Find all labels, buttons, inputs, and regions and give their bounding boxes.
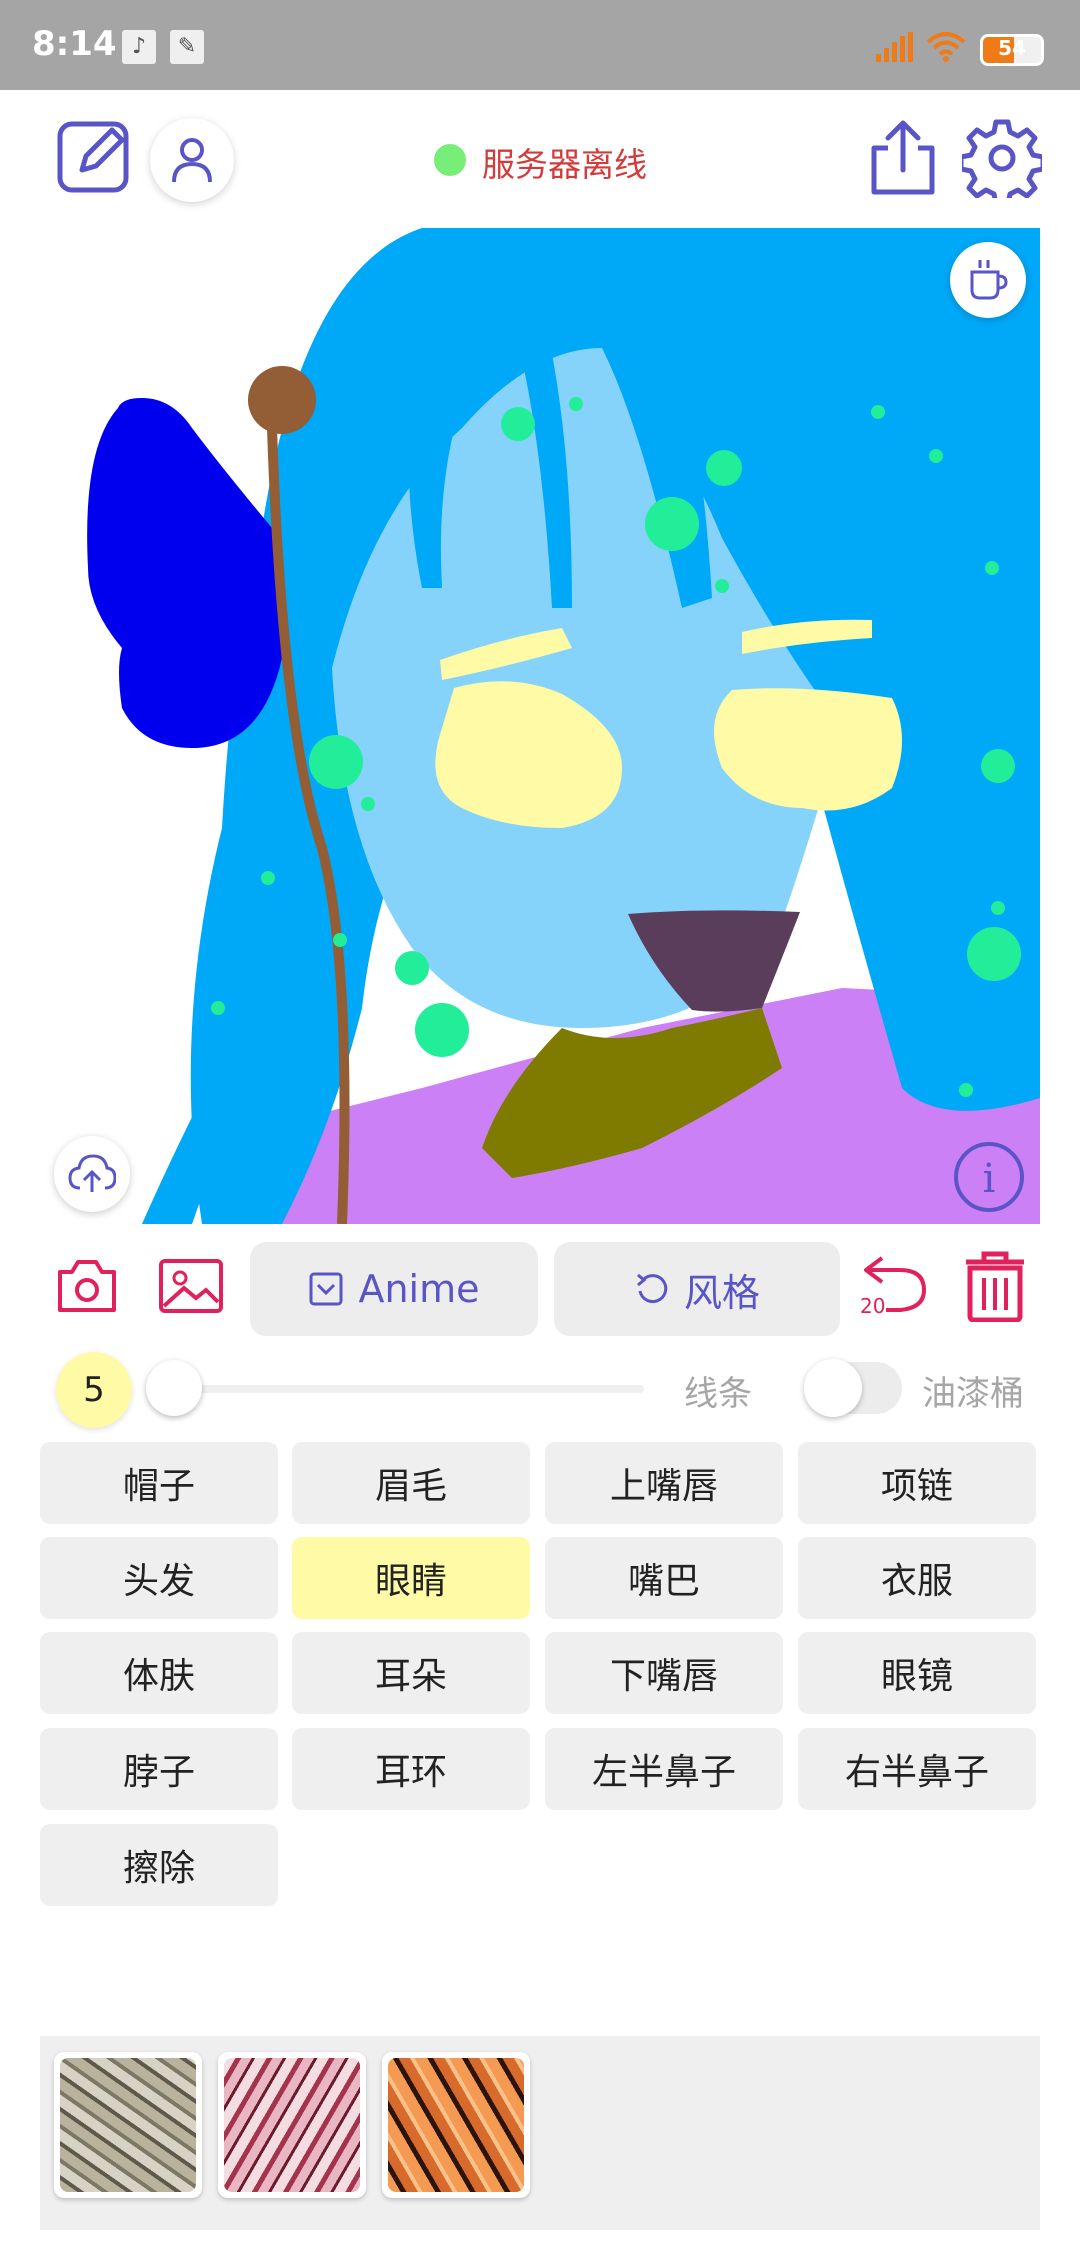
server-status-text: 服务器离线	[482, 145, 647, 184]
category-eyes[interactable]: 眼睛	[292, 1537, 530, 1619]
anime-label: Anime	[358, 1267, 480, 1311]
category-necklace[interactable]: 项链	[798, 1442, 1036, 1524]
draw-mode-icon[interactable]	[56, 118, 134, 196]
share-icon[interactable]	[868, 118, 938, 196]
brush-size-slider-thumb[interactable]	[146, 1360, 202, 1416]
category-earrings[interactable]: 耳环	[292, 1728, 530, 1810]
drawing-canvas[interactable]	[82, 228, 1040, 1224]
hat-region	[87, 398, 286, 748]
info-icon[interactable]: i	[952, 1140, 1026, 1214]
cloud-upload-icon	[68, 1154, 116, 1192]
category-eraser[interactable]: 擦除	[40, 1824, 278, 1906]
anime-icon	[309, 1272, 343, 1306]
style-preset-3[interactable]	[382, 2052, 530, 2198]
style-preset-1[interactable]	[54, 2052, 202, 2198]
brush-size-badge: 5	[56, 1352, 132, 1428]
style-label: 风格	[683, 1270, 760, 1315]
sketch-drawing	[87, 228, 1040, 1224]
clock: 8:14	[32, 24, 117, 64]
battery-level: 54	[998, 36, 1026, 60]
category-right-nose[interactable]: 右半鼻子	[798, 1728, 1036, 1810]
trash-icon[interactable]	[960, 1250, 1030, 1322]
category-eyebrow[interactable]: 眉毛	[292, 1442, 530, 1524]
line-mode-label: 线条	[684, 1374, 752, 1414]
category-lower-lip[interactable]: 下嘴唇	[545, 1632, 783, 1714]
bucket-toggle-knob[interactable]	[804, 1359, 862, 1417]
category-mouth[interactable]: 嘴巴	[545, 1537, 783, 1619]
style-button[interactable]: 风格	[554, 1242, 840, 1336]
server-status-dot	[434, 144, 466, 176]
camera-icon[interactable]	[56, 1256, 118, 1314]
coffee-icon	[970, 260, 1008, 300]
category-upper-lip[interactable]: 上嘴唇	[545, 1442, 783, 1524]
category-ears[interactable]: 耳朵	[292, 1632, 530, 1714]
settings-icon[interactable]	[962, 118, 1042, 198]
earring-top	[248, 366, 316, 434]
anime-button[interactable]: Anime	[250, 1242, 538, 1336]
user-icon	[172, 138, 212, 183]
coffee-button[interactable]	[950, 242, 1026, 318]
upload-button[interactable]	[54, 1136, 130, 1212]
category-left-nose[interactable]: 左半鼻子	[545, 1728, 783, 1810]
category-neck[interactable]: 脖子	[40, 1728, 278, 1810]
notification-icon: ♪	[122, 30, 156, 64]
refresh-icon	[637, 1273, 668, 1304]
signal-icon	[876, 32, 913, 62]
category-clothes[interactable]: 衣服	[798, 1537, 1036, 1619]
category-skin[interactable]: 体肤	[40, 1632, 278, 1714]
profile-button[interactable]	[150, 118, 234, 202]
category-hat[interactable]: 帽子	[40, 1442, 278, 1524]
notification-icon-2: ✎	[170, 30, 204, 64]
status-bar: 8:14 ♪ ✎ 54	[0, 0, 1080, 90]
undo-count: 20	[860, 1294, 886, 1318]
style-preset-2[interactable]	[218, 2052, 366, 2198]
brush-size-slider[interactable]	[176, 1385, 644, 1393]
wifi-icon	[926, 32, 966, 62]
svg-text:i: i	[983, 1156, 996, 1202]
gallery-icon[interactable]	[158, 1258, 224, 1314]
category-glasses[interactable]: 眼镜	[798, 1632, 1036, 1714]
category-hair[interactable]: 头发	[40, 1537, 278, 1619]
battery-icon: 54	[980, 34, 1044, 66]
bucket-label: 油漆桶	[922, 1374, 1024, 1414]
